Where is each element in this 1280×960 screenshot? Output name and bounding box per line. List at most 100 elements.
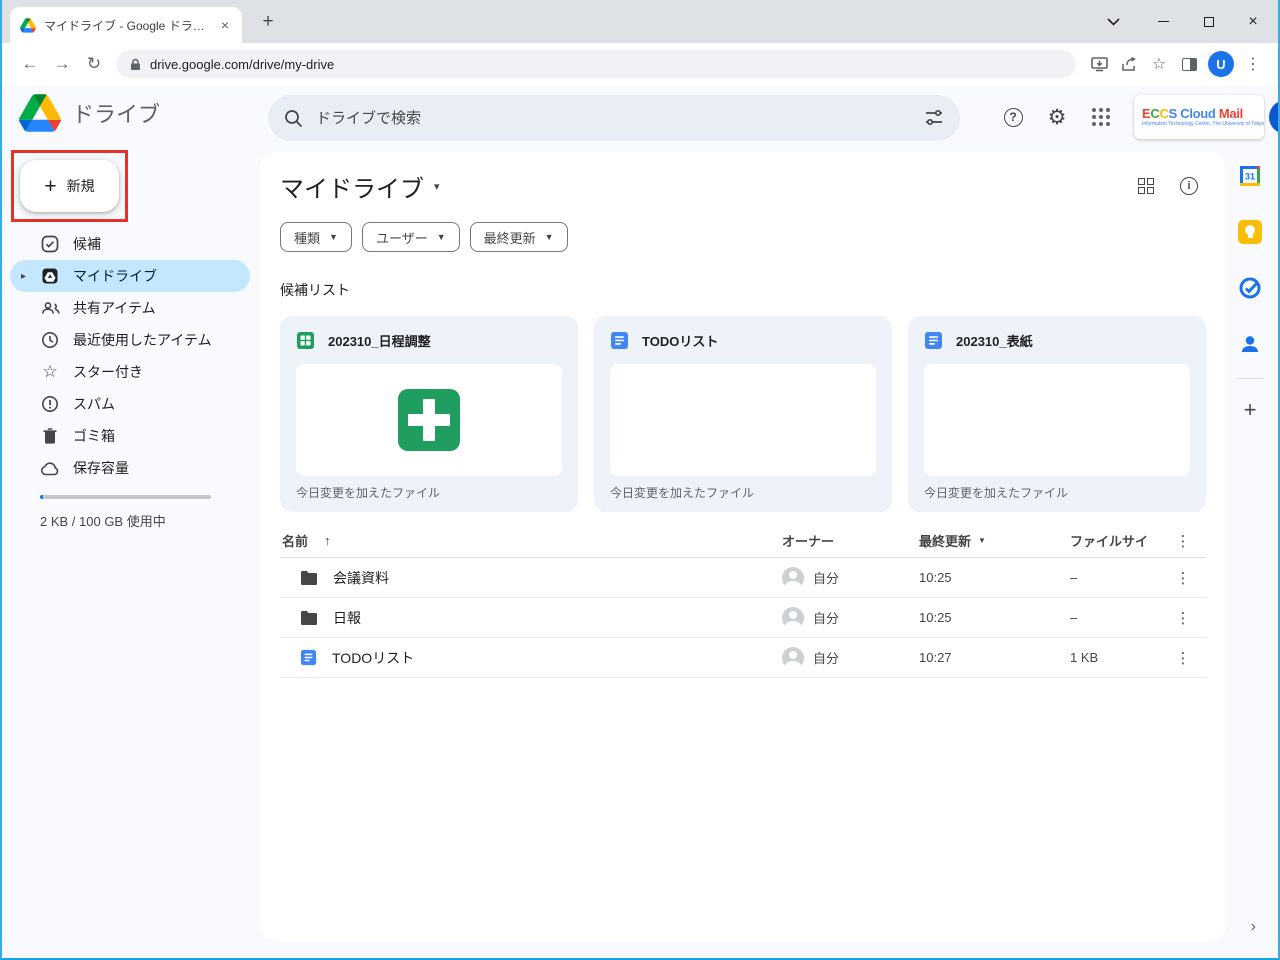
side-panel-strip: 31 + [1222, 85, 1278, 958]
row-actions-kebab-icon[interactable]: ⋮ [1160, 569, 1206, 587]
owner-avatar [782, 647, 804, 669]
suggested-card[interactable]: 202310_日程調整 今日変更を加えたファイル [280, 316, 578, 512]
drive-logo[interactable]: ドライブ [19, 94, 160, 132]
sidebar-item-starred[interactable]: ☆ スター付き [2, 356, 250, 388]
suggested-card[interactable]: 202310_表紙 今日変更を加えたファイル [908, 316, 1206, 512]
column-settings-kebab-icon[interactable]: ⋮ [1160, 532, 1206, 550]
filter-chip-modified[interactable]: 最終更新 ▼ [470, 222, 568, 252]
tab-close-icon[interactable]: × [216, 16, 234, 34]
search-bar[interactable] [268, 95, 960, 141]
title-dropdown-caret-icon[interactable]: ▾ [434, 180, 440, 193]
install-app-icon[interactable] [1084, 49, 1114, 79]
main-panel: マイドライブ ▾ i 種類 ▼ ユーザー ▼ 最終更新 ▼ [260, 152, 1226, 941]
sidebar-item-label: スパム [73, 394, 115, 414]
window-close-button[interactable]: × [1238, 0, 1268, 43]
sort-ascending-icon[interactable]: ↑ [324, 533, 331, 548]
table-row[interactable]: 会議資料 自分 10:25 – ⋮ [280, 558, 1206, 598]
chip-label: ユーザー [376, 228, 428, 247]
sheets-file-icon [296, 331, 315, 350]
browser-tab[interactable]: マイドライブ - Google ドライブ × [10, 7, 242, 43]
sidebar-item-spam[interactable]: スパム [2, 388, 250, 420]
file-size: – [1070, 570, 1160, 585]
people-icon [40, 298, 60, 318]
sidebar-item-shared[interactable]: 共有アイテム [2, 292, 250, 324]
sidebar-item-trash[interactable]: ゴミ箱 [2, 420, 250, 452]
chevron-down-icon: ▼ [437, 232, 446, 242]
contacts-icon[interactable] [1238, 332, 1262, 356]
show-side-panel-chevron-icon[interactable]: › [1251, 918, 1256, 936]
google-apps-grid-icon[interactable] [1085, 101, 1117, 133]
file-name: 会議資料 [333, 568, 389, 588]
card-reason-text: 今日変更を加えたファイル [610, 484, 876, 501]
window-minimize-button[interactable] [1148, 0, 1178, 43]
card-reason-text: 今日変更を加えたファイル [924, 484, 1190, 501]
expand-arrow-icon[interactable]: ▸ [21, 271, 26, 282]
sidebar: + 新規 候補 ▸ マイドライブ [2, 149, 258, 958]
share-icon[interactable] [1114, 49, 1144, 79]
chip-label: 種類 [294, 228, 320, 247]
folder-icon [300, 570, 318, 585]
new-tab-button[interactable]: + [256, 10, 280, 34]
row-actions-kebab-icon[interactable]: ⋮ [1160, 609, 1206, 627]
file-size: – [1070, 610, 1160, 625]
card-preview [296, 364, 562, 476]
keep-icon[interactable] [1238, 220, 1262, 244]
new-button[interactable]: + 新規 [20, 160, 119, 212]
card-preview [924, 364, 1190, 476]
tab-search-chevron-icon[interactable] [1098, 0, 1128, 43]
browser-profile-avatar[interactable]: U [1208, 51, 1234, 77]
owner-name: 自分 [813, 568, 839, 587]
search-options-icon[interactable] [924, 109, 944, 127]
modified-time: 10:25 [919, 610, 1052, 625]
details-info-icon[interactable]: i [1180, 177, 1198, 195]
filter-chip-type[interactable]: 種類 ▼ [280, 222, 352, 252]
table-row[interactable]: TODOリスト 自分 10:27 1 KB ⋮ [280, 638, 1206, 678]
owner-name: 自分 [813, 648, 839, 667]
browser-menu-kebab-icon[interactable]: ⋮ [1238, 49, 1268, 79]
side-panel-icon[interactable] [1174, 49, 1204, 79]
docs-file-icon [610, 331, 629, 350]
table-row[interactable]: 日報 自分 10:25 – ⋮ [280, 598, 1206, 638]
folder-icon [300, 610, 318, 625]
sidebar-item-recent[interactable]: 最近使用したアイテム [2, 324, 250, 356]
sidebar-item-label: ゴミ箱 [73, 426, 115, 446]
file-name: TODOリスト [332, 648, 414, 668]
storage-progress-bar [40, 495, 211, 499]
chevron-down-icon: ▼ [329, 232, 338, 242]
modified-time: 10:27 [919, 650, 1052, 665]
address-bar[interactable]: drive.google.com/drive/my-drive [116, 50, 1076, 78]
sidebar-item-suggested[interactable]: 候補 [2, 228, 250, 260]
url-text: drive.google.com/drive/my-drive [150, 57, 334, 72]
settings-gear-icon[interactable]: ⚙ [1041, 101, 1073, 133]
column-header-owner[interactable]: オーナー [782, 531, 901, 550]
chevron-down-icon[interactable]: ▼ [978, 536, 986, 545]
browser-toolbar: ← → ↻ drive.google.com/drive/my-drive ☆ … [2, 43, 1278, 85]
page-title[interactable]: マイドライブ [280, 169, 424, 204]
suggested-card[interactable]: TODOリスト 今日変更を加えたファイル [594, 316, 892, 512]
tasks-icon[interactable] [1238, 276, 1262, 300]
new-button-label: 新規 [67, 176, 95, 196]
sidebar-item-storage[interactable]: 保存容量 [2, 452, 250, 484]
sidebar-item-my-drive[interactable]: ▸ マイドライブ [10, 260, 250, 292]
row-actions-kebab-icon[interactable]: ⋮ [1160, 649, 1206, 667]
sidebar-item-label: 共有アイテム [73, 298, 156, 318]
column-header-modified[interactable]: 最終更新 [919, 531, 971, 550]
back-icon[interactable]: ← [14, 48, 46, 80]
owner-name: 自分 [813, 608, 839, 627]
column-header-size[interactable]: ファイルサイ [1070, 531, 1160, 550]
bookmark-star-icon[interactable]: ☆ [1144, 49, 1174, 79]
reload-icon[interactable]: ↻ [78, 48, 110, 80]
add-panel-app-icon[interactable]: + [1244, 397, 1257, 423]
calendar-icon[interactable]: 31 [1238, 164, 1262, 188]
filter-chip-people[interactable]: ユーザー ▼ [362, 222, 460, 252]
app-name: ドライブ [72, 97, 160, 129]
suggested-section-label: 候補リスト [280, 280, 350, 300]
grid-view-toggle-icon[interactable] [1138, 178, 1154, 194]
column-header-name[interactable]: 名前 [282, 531, 308, 550]
calendar-day-number: 31 [1245, 172, 1255, 182]
chip-label: 最終更新 [484, 228, 536, 247]
search-input[interactable] [316, 110, 911, 127]
help-icon[interactable]: ? [997, 101, 1029, 133]
forward-icon[interactable]: → [46, 48, 78, 80]
window-maximize-button[interactable] [1194, 0, 1224, 43]
